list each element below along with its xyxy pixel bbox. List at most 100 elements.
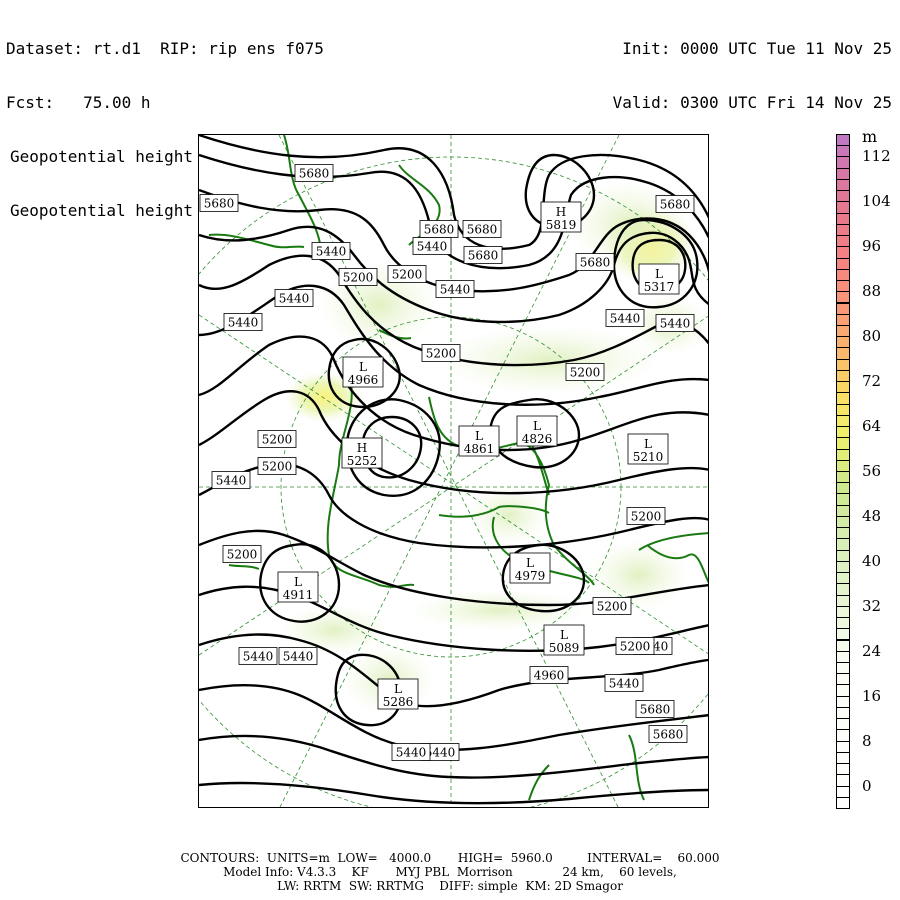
color-scale-bar <box>836 134 850 809</box>
low-pressure-center: L4911 <box>277 571 319 603</box>
scale-cell <box>836 740 850 753</box>
svg-text:5680: 5680 <box>204 197 235 211</box>
contour-label: 5440 <box>223 313 263 331</box>
scale-cell <box>836 684 850 697</box>
scale-cell <box>836 774 850 787</box>
scale-cell <box>836 336 850 349</box>
center-type: L <box>359 360 367 374</box>
svg-text:5680: 5680 <box>580 256 611 270</box>
scale-cell <box>836 560 850 574</box>
scale-cell <box>836 763 850 776</box>
svg-text:5440: 5440 <box>660 317 691 331</box>
center-type: L <box>294 575 302 589</box>
svg-text:5680: 5680 <box>424 223 455 237</box>
footer-model-info-line: Model Info: V4.3.3 KF MYJ PBL Morrison 2… <box>223 865 677 879</box>
center-type: H <box>556 205 566 219</box>
contour-label: 5440 <box>435 280 475 298</box>
contour-label: 5440 <box>278 647 318 665</box>
scale-cell <box>836 190 850 203</box>
contour-label: 5200 <box>257 457 297 475</box>
contour-label: 5680 <box>648 725 688 743</box>
contour-label: 5200 <box>592 597 632 615</box>
contour-label: 5440 <box>238 647 278 665</box>
scale-cell <box>836 235 850 248</box>
scale-cell <box>836 695 850 708</box>
low-pressure-center: L4979 <box>509 552 551 584</box>
scale-cell <box>836 471 850 484</box>
svg-text:5440: 5440 <box>216 474 247 488</box>
scale-cell <box>836 751 850 765</box>
svg-text:5200: 5200 <box>227 548 258 562</box>
center-type: L <box>394 682 402 696</box>
svg-text:5200: 5200 <box>262 433 293 447</box>
scale-cell <box>836 324 850 338</box>
scale-cell <box>836 706 850 720</box>
scale-cell <box>836 347 850 360</box>
svg-text:5440: 5440 <box>228 316 259 330</box>
contour-label: 5680 <box>462 220 502 238</box>
scale-cell <box>836 796 850 809</box>
header-right: Init: 0000 UTC Tue 11 Nov 25 Valid: 0300… <box>613 4 892 130</box>
svg-text:5680: 5680 <box>467 223 498 237</box>
contour-label: 5200 <box>338 268 378 286</box>
contour-label: 5680 <box>635 700 675 718</box>
scale-cell <box>836 459 850 472</box>
scale-tick-label: 80 <box>862 327 882 346</box>
scale-cell <box>836 223 850 237</box>
contour-label: 5680 <box>294 164 334 182</box>
footer-physics-line: LW: RRTM SW: RRTMG DIFF: simple KM: 2D S… <box>277 879 623 893</box>
svg-text:5440: 5440 <box>279 292 310 306</box>
scale-tick-label: 40 <box>862 551 882 570</box>
contour-label: 5440 <box>311 242 351 260</box>
scale-cell <box>836 291 850 304</box>
center-type: L <box>475 429 483 443</box>
svg-text:5440: 5440 <box>609 677 640 691</box>
scale-cell <box>836 302 850 315</box>
scale-cell <box>836 504 850 517</box>
scale-unit: m <box>862 127 878 146</box>
svg-text:5200: 5200 <box>426 347 457 361</box>
svg-text:5680: 5680 <box>660 198 691 212</box>
svg-text:5200: 5200 <box>262 460 293 474</box>
scale-tick-label: 104 <box>862 192 891 211</box>
scale-cell <box>836 594 850 607</box>
svg-text:5680: 5680 <box>299 167 330 181</box>
scale-cell <box>836 268 850 282</box>
scale-cell <box>836 639 850 652</box>
scale-tick-label: 48 <box>862 506 882 525</box>
scale-cell <box>836 572 850 585</box>
svg-text:5440: 5440 <box>417 240 448 254</box>
scale-cell <box>836 246 850 259</box>
scale-cell <box>836 257 850 270</box>
low-pressure-center: L5089 <box>543 624 585 656</box>
center-type: L <box>526 556 534 570</box>
scale-cell <box>836 392 850 405</box>
scale-cell <box>836 628 850 641</box>
scale-cell <box>836 583 850 596</box>
svg-text:5200: 5200 <box>392 268 423 282</box>
scale-cell <box>836 369 850 383</box>
contour-label: 5440 <box>211 471 251 489</box>
scale-tick-label: 8 <box>862 731 872 750</box>
svg-text:5200: 5200 <box>570 366 601 380</box>
contour-label: 5440 <box>391 743 431 761</box>
low-pressure-center: L4826 <box>516 415 558 447</box>
contour-label: 4960 <box>529 666 569 684</box>
contour-label: 5680 <box>655 195 695 213</box>
svg-text:5440: 5440 <box>283 650 314 664</box>
center-type: L <box>644 437 652 451</box>
contour-label: 5680 <box>199 194 239 212</box>
scale-tick-label: 88 <box>862 282 882 301</box>
center-value: 5317 <box>644 280 675 294</box>
center-value: 5210 <box>633 450 664 464</box>
center-value: 5252 <box>347 454 378 468</box>
svg-text:5440: 5440 <box>396 746 427 760</box>
scale-cell <box>836 414 850 428</box>
scale-tick-label: 0 <box>862 776 872 795</box>
svg-text:5680: 5680 <box>640 703 671 717</box>
scale-tick-label: 96 <box>862 237 882 256</box>
high-pressure-center: H5819 <box>540 201 582 233</box>
scale-cell <box>836 403 850 416</box>
svg-text:5200: 5200 <box>631 510 662 524</box>
center-value: 5089 <box>549 641 580 655</box>
